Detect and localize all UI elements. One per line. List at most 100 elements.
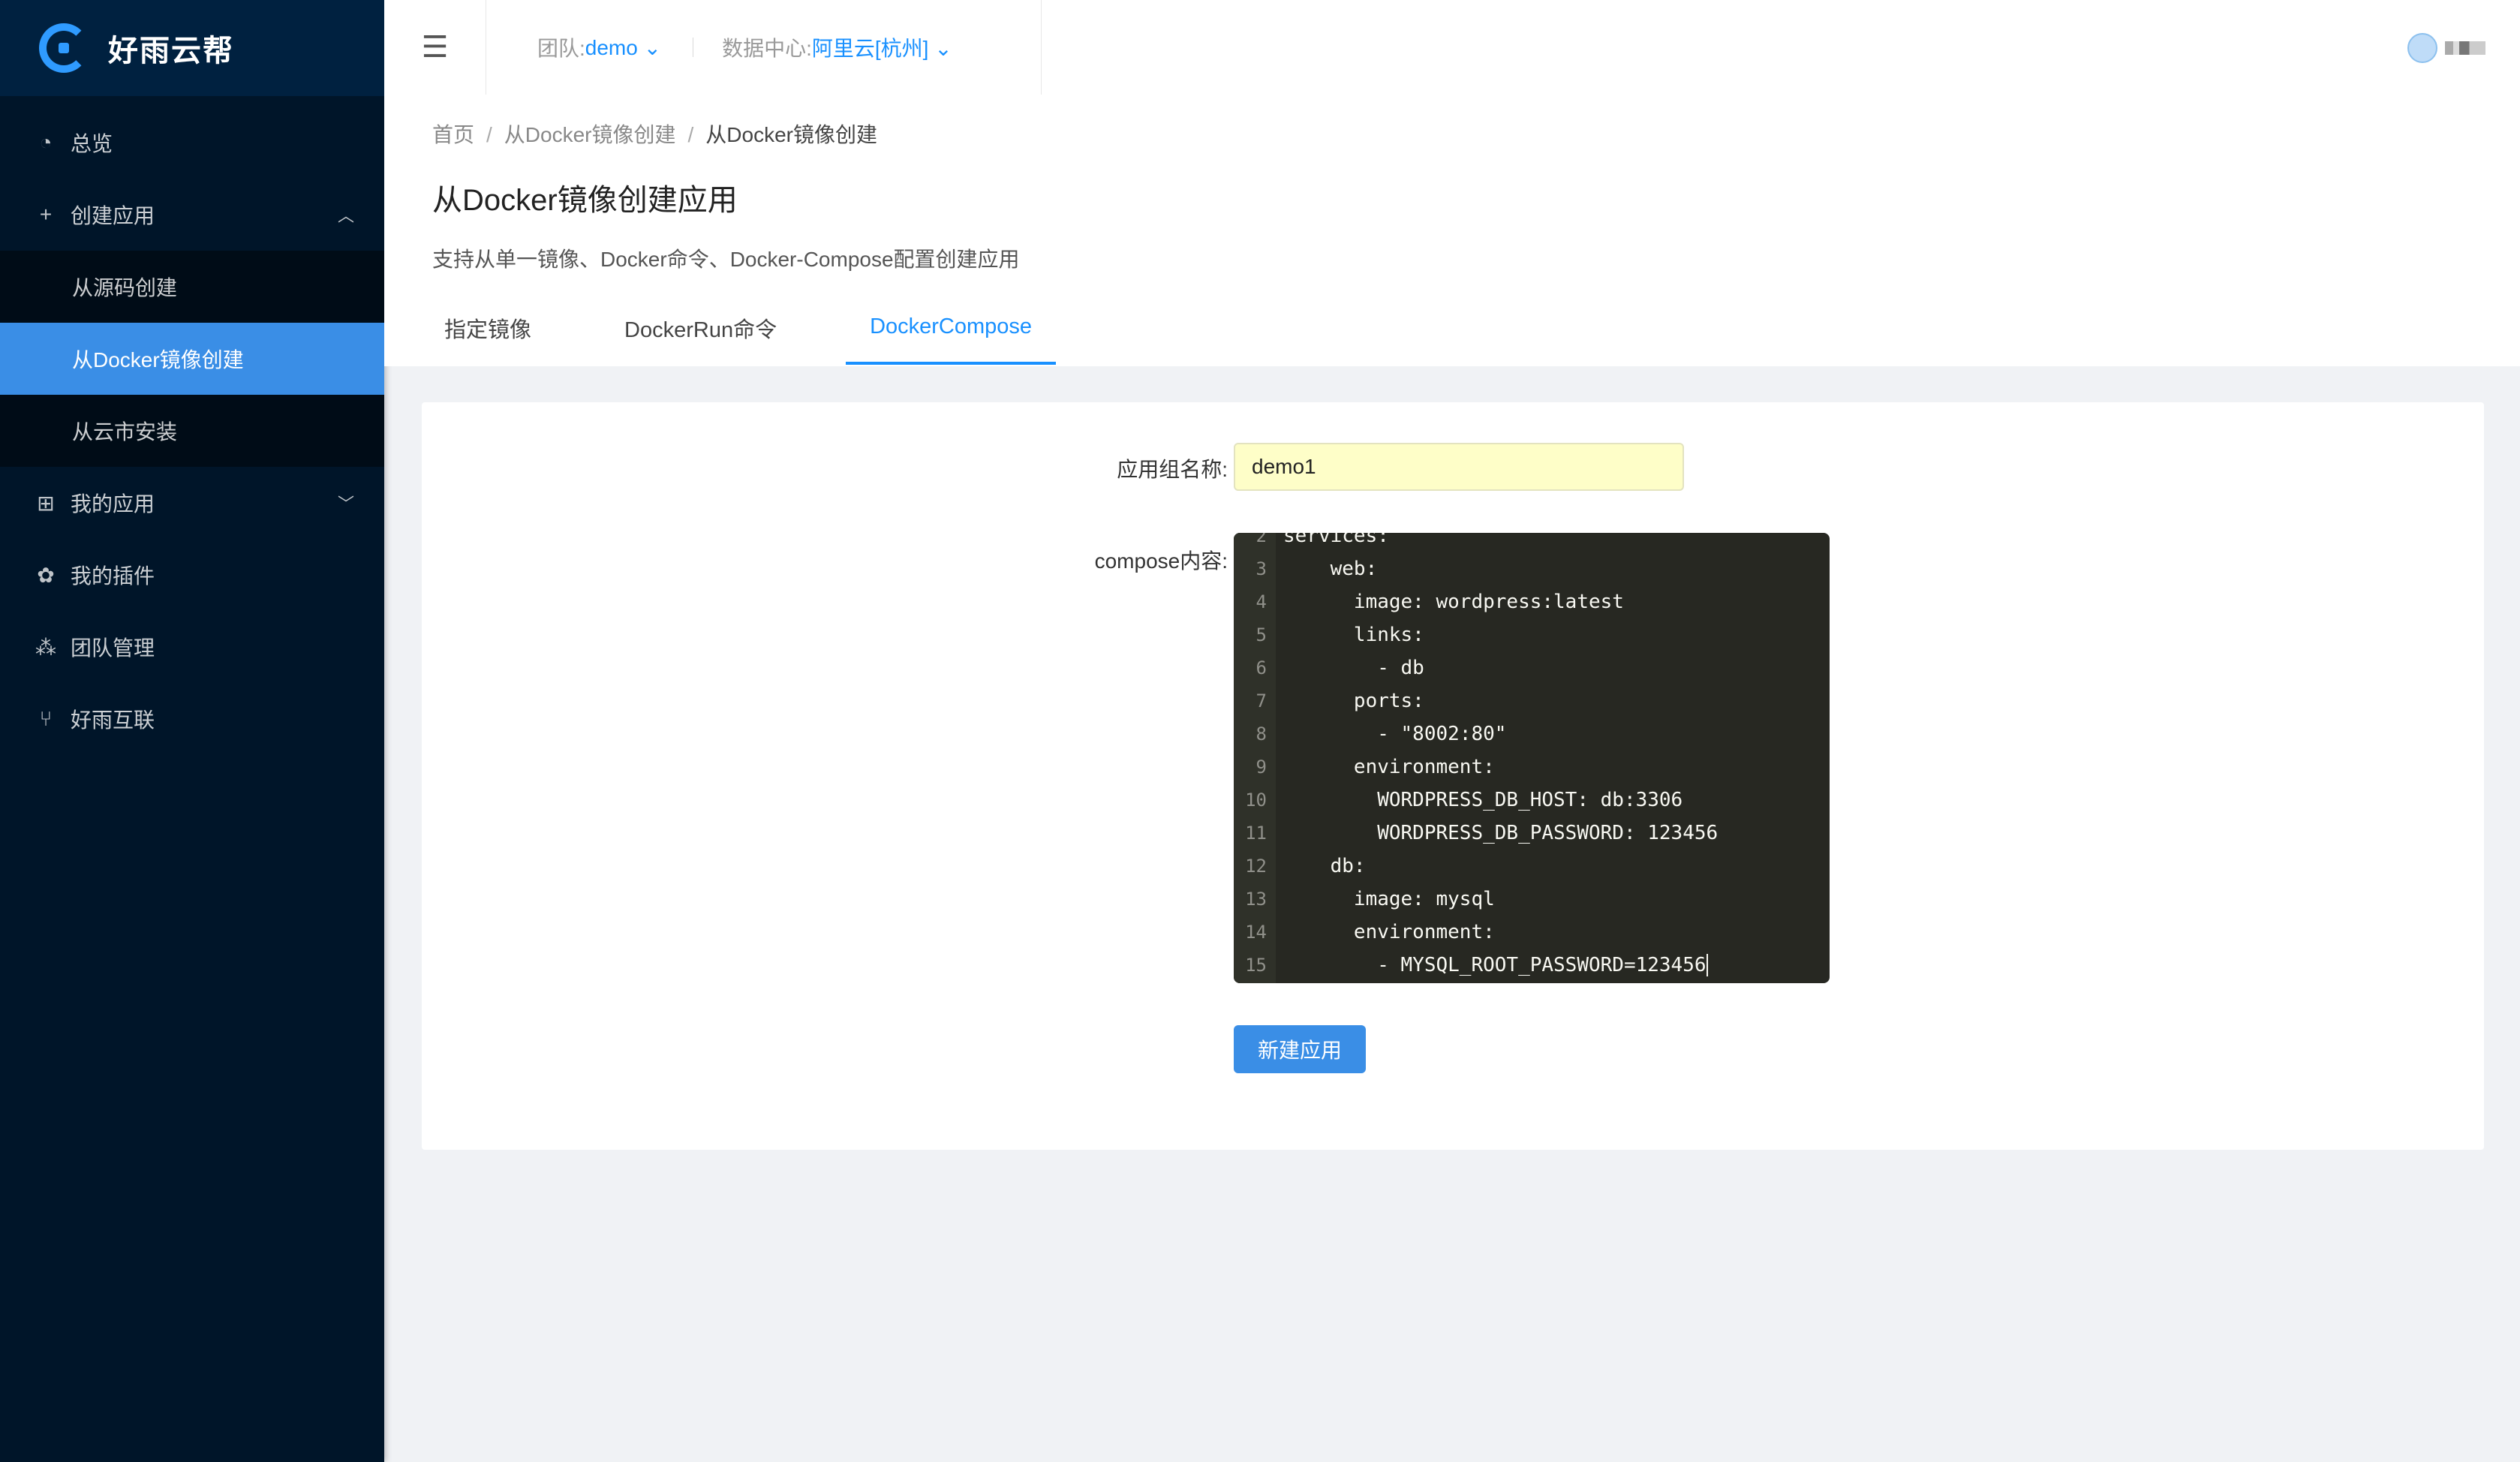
sidebar-menu: ◔ 总览 + 创建应用 ︿ 从源码创建 从Docker镜像创建 从云市安装 ⊞ … [0,107,384,755]
line-text: environment: [1283,756,1495,778]
sidebar-item-create-app[interactable]: + 创建应用 ︿ [0,179,384,251]
logo-icon [39,23,89,73]
code-line: 10 WORDPRESS_DB_HOST: db:3306 [1234,784,1830,817]
user-menu[interactable] [2407,33,2485,63]
appstore-icon: ⊞ [37,491,55,515]
line-number: 7 [1255,690,1267,711]
tab-docker-run[interactable]: DockerRun命令 [600,291,801,365]
sidebar-item-my-apps[interactable]: ⊞ 我的应用 ﹀ [0,467,384,539]
line-number: 13 [1245,889,1267,910]
group-name-label: 应用组名称: [1117,458,1228,481]
code-line: 2 services: [1234,533,1830,552]
line-text: WORDPRESS_DB_HOST: db:3306 [1283,789,1683,811]
code-line: 9 environment: [1234,751,1830,784]
line-text: image: wordpress:latest [1283,591,1624,613]
sidebar-item-from-source[interactable]: 从源码创建 [0,251,384,323]
line-number: 4 [1255,591,1267,612]
code-line: 8 - "8002:80" [1234,717,1830,751]
sidebar-item-interconnect[interactable]: ⑂ 好雨互联 [0,683,384,755]
team-icon: ⁂ [35,635,56,659]
sidebar-item-team[interactable]: ⁂ 团队管理 [0,611,384,683]
breadcrumb-parent[interactable]: 从Docker镜像创建 [504,123,676,146]
tab-bar: 指定镜像 DockerRun命令 DockerCompose [432,291,1101,365]
plugin-icon: ✿ [37,563,55,587]
line-number: 11 [1245,823,1267,844]
create-app-button[interactable]: 新建应用 [1234,1025,1366,1073]
line-number: 6 [1255,657,1267,678]
sidebar-item-label: 我的插件 [71,564,155,588]
sidebar-item-overview[interactable]: ◔ 总览 [0,107,384,179]
code-line: 13 image: mysql [1234,883,1830,916]
chevron-down-icon: ⌄ [637,35,662,59]
line-number: 15 [1245,955,1267,976]
breadcrumb-home[interactable]: 首页 [432,123,474,146]
code-line: 4 image: wordpress:latest [1234,585,1830,618]
chevron-down-icon: ﹀ [337,495,354,513]
sidebar-item-from-market[interactable]: 从云市安装 [0,395,384,467]
line-text: web: [1283,558,1378,580]
sidebar-item-label: 好雨互联 [71,708,155,732]
chevron-up-icon: ︿ [337,206,354,225]
line-text: ports: [1283,690,1424,712]
editor-lines: 2 services: 3 web: 4 image: wordpress:lates… [1234,533,1830,982]
line-number: 10 [1245,790,1267,811]
menu-fold-icon[interactable]: ☰ [384,0,486,95]
dashboard-icon: ◔ [39,131,53,154]
line-text: services: [1283,533,1389,547]
compose-editor[interactable]: 2 services: 3 web: 4 image: wordpress:lates… [1234,533,1830,983]
sidebar-item-label: 我的应用 [71,492,155,516]
avatar [2407,33,2437,63]
line-text: image: mysql [1283,888,1495,910]
user-name-blurred [2445,41,2485,55]
team-label: 团队: [537,37,585,60]
sidebar-item-label: 从Docker镜像创建 [72,348,244,372]
code-line: 14 environment: [1234,916,1830,949]
code-line: 15 - MYSQL_ROOT_PASSWORD=123456 [1234,949,1830,982]
page-title: 从Docker镜像创建应用 [432,184,738,217]
line-number: 2 [1255,533,1267,546]
datacenter-label: 数据中心: [722,37,812,60]
tab-docker-compose[interactable]: DockerCompose [846,291,1057,365]
app-name: 好雨云帮 [108,35,234,68]
sidebar-item-label: 总览 [71,132,113,155]
breadcrumb-current: 从Docker镜像创建 [705,123,877,146]
sidebar: 好雨云帮 ◔ 总览 + 创建应用 ︿ 从源码创建 从Docker镜像创建 从云市… [0,0,384,1462]
code-line: 3 web: [1234,552,1830,585]
page-header: 首页 / 从Docker镜像创建 / 从Docker镜像创建 从Docker镜像创建应用… [384,95,2520,366]
tab-specify-image[interactable]: 指定镜像 [432,291,555,365]
line-number: 14 [1245,922,1267,943]
line-text: WORDPRESS_DB_PASSWORD: 123456 [1283,822,1719,844]
line-number: 3 [1255,558,1267,579]
create-app-submenu: 从源码创建 从Docker镜像创建 从云市安装 [0,251,384,467]
code-line: 5 links: [1234,618,1830,651]
line-text: db: [1283,855,1366,877]
text-caret [1706,954,1708,977]
line-number: 9 [1255,757,1267,778]
code-line: 11 WORDPRESS_DB_PASSWORD: 123456 [1234,817,1830,850]
team-dropdown[interactable]: demo ⌄ [585,35,661,60]
compose-content-label: compose内容: [1094,549,1228,573]
sidebar-item-my-plugins[interactable]: ✿ 我的插件 [0,539,384,611]
sidebar-item-label: 团队管理 [71,636,155,660]
top-header: ☰ 团队: demo ⌄ 数据中心: 阿里云[杭州] ⌄ [384,0,2520,95]
line-text: links: [1283,624,1424,646]
team-selector-bar: 团队: demo ⌄ 数据中心: 阿里云[杭州] ⌄ [486,0,1042,95]
page-description: 支持从单一镜像、Docker命令、Docker-Compose配置创建应用 [432,248,1020,271]
sidebar-item-label: 创建应用 [71,204,155,227]
fork-icon: ⑂ [39,707,53,730]
form-card: 应用组名称: demo1 compose内容: 2 services: 3 web:… [422,402,2484,1150]
group-name-input[interactable]: demo1 [1234,443,1684,491]
code-line: 12 db: [1234,850,1830,883]
line-number: 8 [1255,723,1267,745]
line-number: 5 [1255,624,1267,645]
sidebar-item-label: 从云市安装 [72,420,178,444]
logo[interactable]: 好雨云帮 [0,0,384,96]
line-text: - "8002:80" [1283,723,1507,745]
code-line: 6 - db [1234,651,1830,684]
plus-icon: + [39,203,53,226]
line-number: 12 [1245,856,1267,877]
breadcrumb: 首页 / 从Docker镜像创建 / 从Docker镜像创建 [432,123,877,146]
sidebar-item-from-docker[interactable]: 从Docker镜像创建 [0,323,384,395]
chevron-down-icon: ⌄ [928,37,952,60]
datacenter-dropdown[interactable]: 阿里云[杭州] ⌄ [812,32,952,62]
